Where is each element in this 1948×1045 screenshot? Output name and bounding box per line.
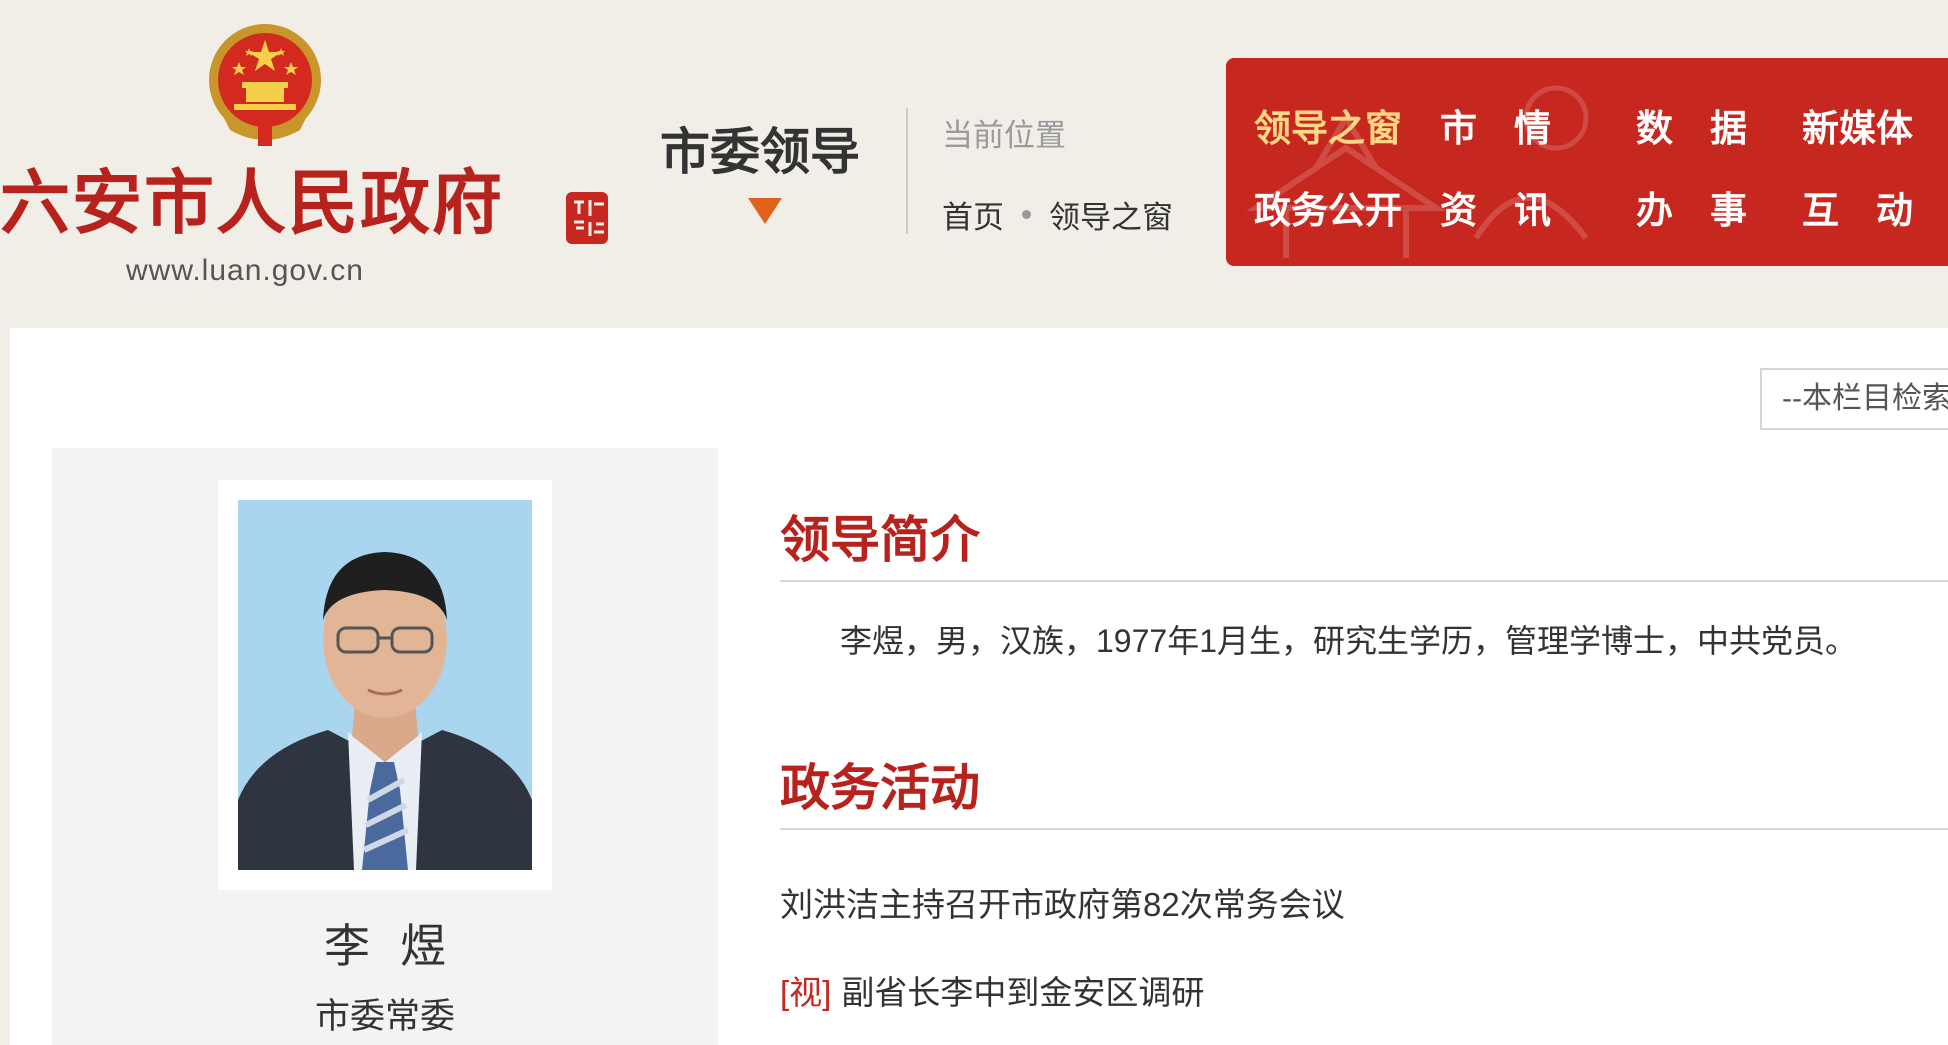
leader-name: 李煜 — [324, 920, 476, 972]
nav-item-news[interactable]: 资 讯 — [1440, 180, 1551, 234]
breadcrumb-home-link[interactable]: 首页 — [942, 192, 1004, 237]
nav-item-services[interactable]: 办 事 — [1636, 180, 1747, 234]
breadcrumb: 首页 领导之窗 — [942, 192, 1173, 237]
leader-position: 市委常委 — [314, 997, 455, 1036]
search-input[interactable]: --本栏目检索 — [1760, 368, 1948, 430]
location-label: 当前位置 — [942, 118, 1066, 153]
pavilion-pattern-icon — [1246, 85, 1589, 258]
activity-title[interactable]: 副省长李中到金安区调研 — [841, 974, 1204, 1011]
channel-title: 市委领导 — [660, 124, 860, 180]
activity-item[interactable]: [视] 副省长李中到金安区调研 — [780, 966, 1204, 1014]
nav-item-new-media[interactable]: 新媒体 — [1802, 98, 1913, 152]
activity-section-title: 政务活动 — [780, 760, 980, 816]
site-header: 六安市人民政府 www.luan.gov.cn 市委领导 当前位置 首页 领导之… — [0, 0, 1948, 328]
video-tag: [视] — [780, 974, 832, 1011]
breadcrumb-separator-icon — [1022, 210, 1031, 219]
main-nav: 领导之窗 市 情 数 据 新媒体 政务公开 资 讯 办 事 互 动 — [1226, 58, 1948, 266]
nav-item-city-info[interactable]: 市 情 — [1440, 98, 1551, 152]
triangle-down-icon — [748, 198, 782, 224]
leader-intro-text: 李煜，男，汉族，1977年1月生，研究生学历，管理学博士，中共党员。 — [840, 623, 1857, 659]
nav-item-data[interactable]: 数 据 — [1636, 98, 1747, 152]
nav-item-interaction[interactable]: 互 动 — [1802, 180, 1913, 234]
activity-divider — [780, 828, 1948, 830]
header-divider — [906, 108, 908, 234]
activity-item[interactable]: 刘洪洁主持召开市政府第82次常务会议 — [780, 878, 1345, 926]
site-name: 六安市人民政府 — [0, 161, 504, 244]
breadcrumb-leaders-link[interactable]: 领导之窗 — [1049, 192, 1173, 237]
national-emblem-icon — [209, 24, 321, 146]
nav-item-leaders[interactable]: 领导之窗 — [1254, 98, 1402, 152]
intro-section-title: 领导简介 — [780, 512, 980, 568]
leader-portrait-photo — [238, 500, 532, 870]
intro-divider — [780, 580, 1948, 582]
seal-icon — [566, 192, 608, 244]
site-url[interactable]: www.luan.gov.cn — [126, 254, 426, 288]
nav-item-public-affairs[interactable]: 政务公开 — [1254, 180, 1402, 234]
activity-title[interactable]: 刘洪洁主持召开市政府第82次常务会议 — [780, 886, 1345, 923]
